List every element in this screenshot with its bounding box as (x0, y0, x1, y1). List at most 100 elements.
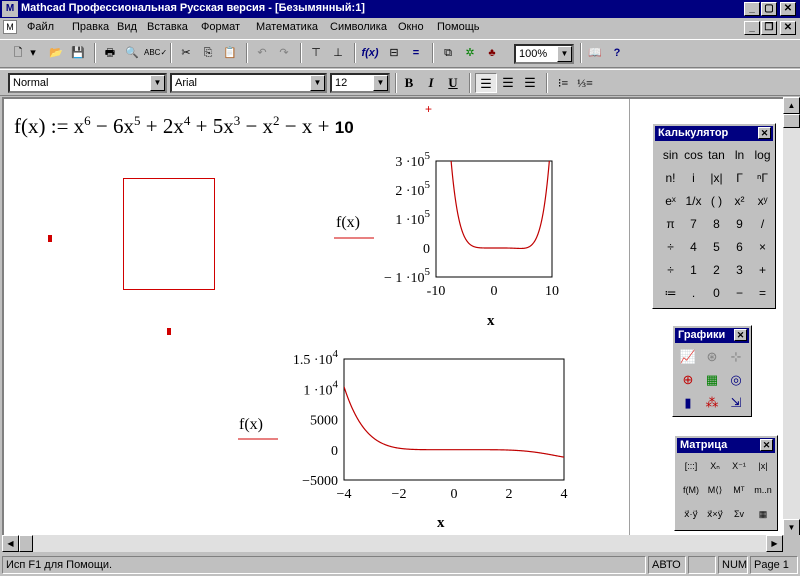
matrix-key[interactable]: [:::] (680, 455, 702, 477)
print-preview-icon[interactable]: 🔍 (122, 43, 142, 63)
calculator-key[interactable]: xʸ (751, 190, 774, 212)
calculator-close-icon[interactable]: ✕ (758, 127, 771, 139)
calculator-key[interactable]: tan (705, 144, 728, 166)
font-select[interactable]: Arial ▼ (170, 73, 327, 93)
insert-unit-icon[interactable]: ⊟ (384, 43, 404, 63)
zoom-select[interactable]: 100% ▼ (514, 44, 574, 64)
matrix-key[interactable]: ▦ (752, 503, 774, 525)
matrix-key[interactable]: M⟨⟩ (704, 479, 726, 501)
chevron-down-icon[interactable]: ▼ (310, 75, 325, 91)
bullet-list-icon[interactable]: ⁝≡ (552, 73, 574, 93)
calculator-key[interactable]: ÷ (659, 236, 682, 258)
calculator-key[interactable]: |x| (705, 167, 728, 189)
matrix-key[interactable]: Xₙ (704, 455, 726, 477)
calculator-key[interactable]: ( ) (705, 190, 728, 212)
graphs-title[interactable]: Графики ✕ (675, 328, 749, 343)
3d-surface-icon[interactable]: ▦ (701, 369, 723, 391)
open-icon[interactable]: 📂 (46, 43, 66, 63)
calculator-key[interactable]: 0 (705, 282, 728, 304)
matrix-key[interactable]: Σv (728, 503, 750, 525)
doc-restore-button[interactable]: ❐ (761, 21, 777, 35)
calculator-key[interactable]: ÷ (659, 259, 682, 281)
insert-function-icon[interactable]: f(x) (360, 43, 380, 63)
calculator-key[interactable]: eˣ (659, 190, 682, 212)
title-bar[interactable]: M Mathcad Профессиональная Русская верси… (0, 0, 800, 18)
calculator-key[interactable]: x² (728, 190, 751, 212)
calculator-key[interactable]: 2 (705, 259, 728, 281)
menu-window[interactable]: Окно (398, 21, 424, 33)
context-help-icon[interactable]: ? (607, 43, 627, 63)
new-icon[interactable]: 🗋 (8, 43, 28, 63)
matrix-title[interactable]: Матрица ✕ (677, 438, 775, 453)
vertical-scrollbar[interactable]: ▲ ▼ (783, 97, 800, 536)
3d-bar-plot-icon[interactable]: ▮ (677, 392, 699, 414)
calculator-key[interactable]: / (751, 213, 774, 235)
worksheet[interactable]: + f(x) := x6 − 6x5 + 2x4 + 5x3 − x2 − x … (2, 97, 783, 535)
vertical-scroll-thumb[interactable] (783, 114, 800, 128)
align-left-icon[interactable]: ☰ (475, 73, 497, 93)
paste-icon[interactable]: 📋 (220, 43, 240, 63)
calculator-key[interactable]: 4 (682, 236, 705, 258)
align-right-icon[interactable]: ☰ (519, 73, 541, 93)
calculator-key[interactable]: 7 (682, 213, 705, 235)
matrix-close-icon[interactable]: ✕ (760, 439, 773, 451)
calculator-key[interactable]: Γ (728, 167, 751, 189)
cut-icon[interactable]: ✂ (176, 43, 196, 63)
align-top-icon[interactable]: ⊤ (306, 43, 326, 63)
underline-button[interactable]: U (442, 73, 464, 93)
matrix-key[interactable]: |x| (752, 455, 774, 477)
calculator-key[interactable]: 6 (728, 236, 751, 258)
calculator-key[interactable]: ≔ (659, 282, 682, 304)
scroll-right-icon[interactable]: ▶ (766, 535, 783, 552)
calculator-key[interactable]: i (682, 167, 705, 189)
calculate-icon[interactable]: = (406, 43, 426, 63)
calculator-key[interactable]: log (751, 144, 774, 166)
minimize-button[interactable]: _ (744, 2, 760, 16)
xy-plot-icon[interactable]: 📈 (677, 346, 699, 368)
calculator-key[interactable]: × (751, 236, 774, 258)
matrix-key[interactable]: m..n (752, 479, 774, 501)
polar-graph-icon[interactable]: ⊕ (677, 369, 699, 391)
menu-view[interactable]: Вид (117, 21, 137, 33)
matrix-key[interactable]: f(M) (680, 479, 702, 501)
calculator-key[interactable]: sin (659, 144, 682, 166)
bold-button[interactable]: B (398, 73, 420, 93)
function-definition[interactable]: f(x) := x6 − 6x5 + 2x4 + 5x3 − x2 − x + … (14, 113, 354, 139)
menu-help[interactable]: Помощь (437, 21, 480, 33)
save-icon[interactable]: 💾 (68, 43, 88, 63)
horizontal-scrollbar[interactable]: ◀ ▶ (2, 535, 783, 552)
spell-check-icon[interactable]: ABC✓ (144, 43, 167, 63)
resource-center-icon[interactable]: ✲ (460, 43, 480, 63)
matrix-key[interactable]: Mᵀ (728, 479, 750, 501)
calculator-key[interactable]: n! (659, 167, 682, 189)
calculator-key[interactable]: − (728, 282, 751, 304)
align-bottom-icon[interactable]: ⊥ (328, 43, 348, 63)
scroll-down-icon[interactable]: ▼ (783, 519, 800, 536)
menu-file[interactable]: Файл (27, 21, 54, 33)
help-book-icon[interactable]: 📖 (585, 43, 605, 63)
insert-component-icon[interactable]: ⧉ (438, 43, 458, 63)
chevron-down-icon[interactable]: ▼ (373, 75, 388, 91)
chevron-down-icon[interactable]: ▼ (150, 75, 165, 91)
matrix-key[interactable]: x⃗·y⃗ (680, 503, 702, 525)
copy-icon[interactable]: ⎘ (198, 43, 218, 63)
contour-plot-icon[interactable]: ◎ (725, 369, 747, 391)
menu-edit[interactable]: Правка (72, 21, 109, 33)
calculator-key[interactable]: . (682, 282, 705, 304)
calculator-key[interactable]: ⁿΓ (751, 167, 774, 189)
horizontal-scroll-thumb[interactable] (19, 535, 33, 552)
close-button[interactable]: ✕ (780, 2, 796, 16)
scatter-3d-icon[interactable]: ⁂ (701, 392, 723, 414)
style-select[interactable]: Normal ▼ (8, 73, 167, 93)
graphs-close-icon[interactable]: ✕ (734, 329, 747, 341)
polar-plot-icon[interactable]: ⊛ (701, 346, 723, 368)
scroll-up-icon[interactable]: ▲ (783, 97, 800, 114)
menu-math[interactable]: Математика (256, 21, 318, 33)
undo-icon[interactable]: ↶ (252, 43, 272, 63)
print-icon[interactable]: 🖶 (100, 43, 120, 63)
calculator-key[interactable]: 9 (728, 213, 751, 235)
new-dropdown-icon[interactable]: ▾ (27, 43, 39, 63)
chevron-down-icon[interactable]: ▼ (557, 46, 572, 62)
calculator-key[interactable]: + (751, 259, 774, 281)
plot-1[interactable]: f(x) x -10 0 10 3 ·105 2 ·105 1 ·105 0 − 1 ·105 (324, 149, 564, 339)
